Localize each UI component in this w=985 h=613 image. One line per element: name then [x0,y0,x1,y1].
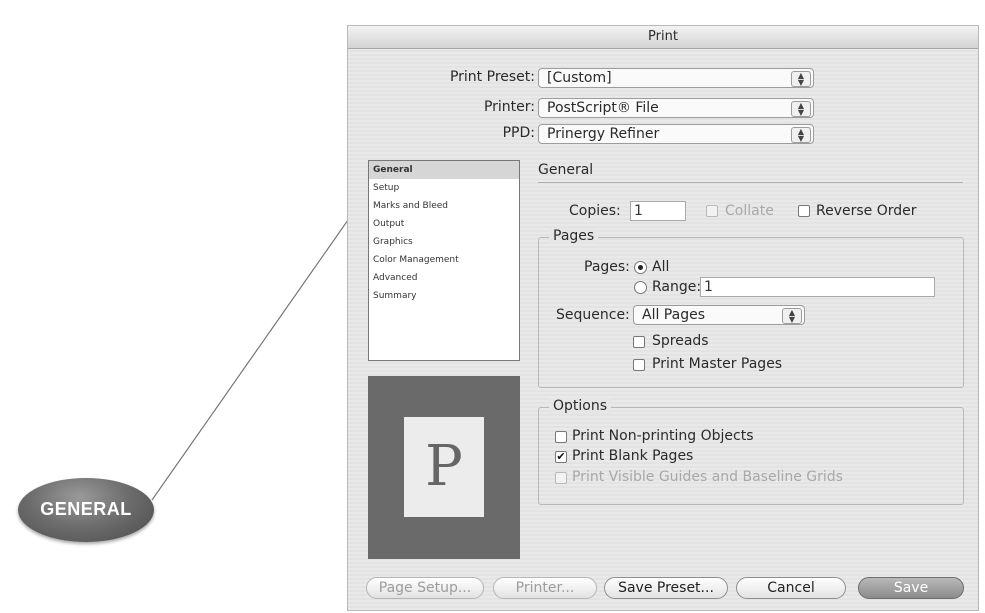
category-item-summary[interactable]: Summary [369,287,519,305]
reverse-order-checkbox[interactable] [798,205,810,217]
options-group-legend: Options [549,398,612,414]
page-setup-button[interactable]: Page Setup... [366,577,484,599]
print-non-printing-checkbox[interactable] [555,431,567,443]
pages-range-label: Range: [652,279,702,295]
collate-label: Collate [725,203,774,219]
reverse-order-label: Reverse Order [816,203,917,219]
preview-page: P [404,417,484,517]
updown-arrow-icon: ▲ ▼ [791,101,811,117]
category-item-marks-and-bleed[interactable]: Marks and Bleed [369,197,519,215]
updown-arrow-icon: ▲ ▼ [791,71,811,87]
save-preset-button[interactable]: Save Preset... [604,577,728,599]
preview-letter: P [425,434,463,499]
pages-group-legend: Pages [549,228,599,244]
spreads-label: Spreads [652,333,709,349]
pages-label: Pages: [584,259,630,275]
ppd-label: PPD: [502,125,535,141]
callout-label: GENERAL [40,499,132,519]
pages-all-radio[interactable] [634,261,647,274]
print-master-pages-checkbox[interactable] [633,359,645,371]
updown-arrow-icon: ▲ ▼ [782,308,802,324]
section-divider [538,182,963,183]
save-button[interactable]: Save [858,577,964,599]
ppd-value: Prinergy Refiner [547,126,660,142]
category-item-general[interactable]: General [369,161,519,179]
print-master-pages-label: Print Master Pages [652,356,783,372]
print-dialog: Print Print Preset: [Custom] ▲ ▼ Printer:… [347,25,979,611]
pages-range-input[interactable]: 1 [700,277,935,297]
print-non-printing-label: Print Non-printing Objects [572,428,754,444]
cancel-button[interactable]: Cancel [736,577,846,599]
printer-value: PostScript® File [547,100,659,116]
pages-all-label: All [652,259,670,275]
print-guides-checkbox[interactable] [555,472,567,484]
section-title-general: General [538,162,594,178]
printer-button[interactable]: Printer... [493,577,597,599]
callout-general-badge: GENERAL [18,478,154,542]
print-preset-value: [Custom] [547,70,612,86]
sequence-select[interactable]: All Pages ▲ ▼ [633,305,805,325]
sequence-value: All Pages [642,307,705,323]
print-preset-select[interactable]: [Custom] ▲ ▼ [538,68,814,88]
pages-range-radio[interactable] [634,281,647,294]
category-item-color-management[interactable]: Color Management [369,251,519,269]
category-list: General Setup Marks and Bleed Output Gra… [368,160,520,361]
category-item-graphics[interactable]: Graphics [369,233,519,251]
ppd-select[interactable]: Prinergy Refiner ▲ ▼ [538,124,814,144]
category-item-advanced[interactable]: Advanced [369,269,519,287]
category-item-setup[interactable]: Setup [369,179,519,197]
copies-label: Copies: [569,203,621,219]
sequence-label: Sequence: [556,307,630,323]
spreads-checkbox[interactable] [633,336,645,348]
updown-arrow-icon: ▲ ▼ [791,127,811,143]
printer-label: Printer: [483,99,535,115]
print-guides-label: Print Visible Guides and Baseline Grids [572,469,843,485]
print-blank-pages-label: Print Blank Pages [572,448,694,464]
collate-checkbox[interactable] [706,205,718,217]
print-preset-label: Print Preset: [449,69,535,85]
category-item-output[interactable]: Output [369,215,519,233]
print-blank-pages-checkbox[interactable]: ✔ [555,451,567,463]
printer-select[interactable]: PostScript® File ▲ ▼ [538,98,814,118]
copies-input[interactable]: 1 [630,201,686,221]
page-preview: P [368,376,520,559]
dialog-title: Print [348,26,978,49]
